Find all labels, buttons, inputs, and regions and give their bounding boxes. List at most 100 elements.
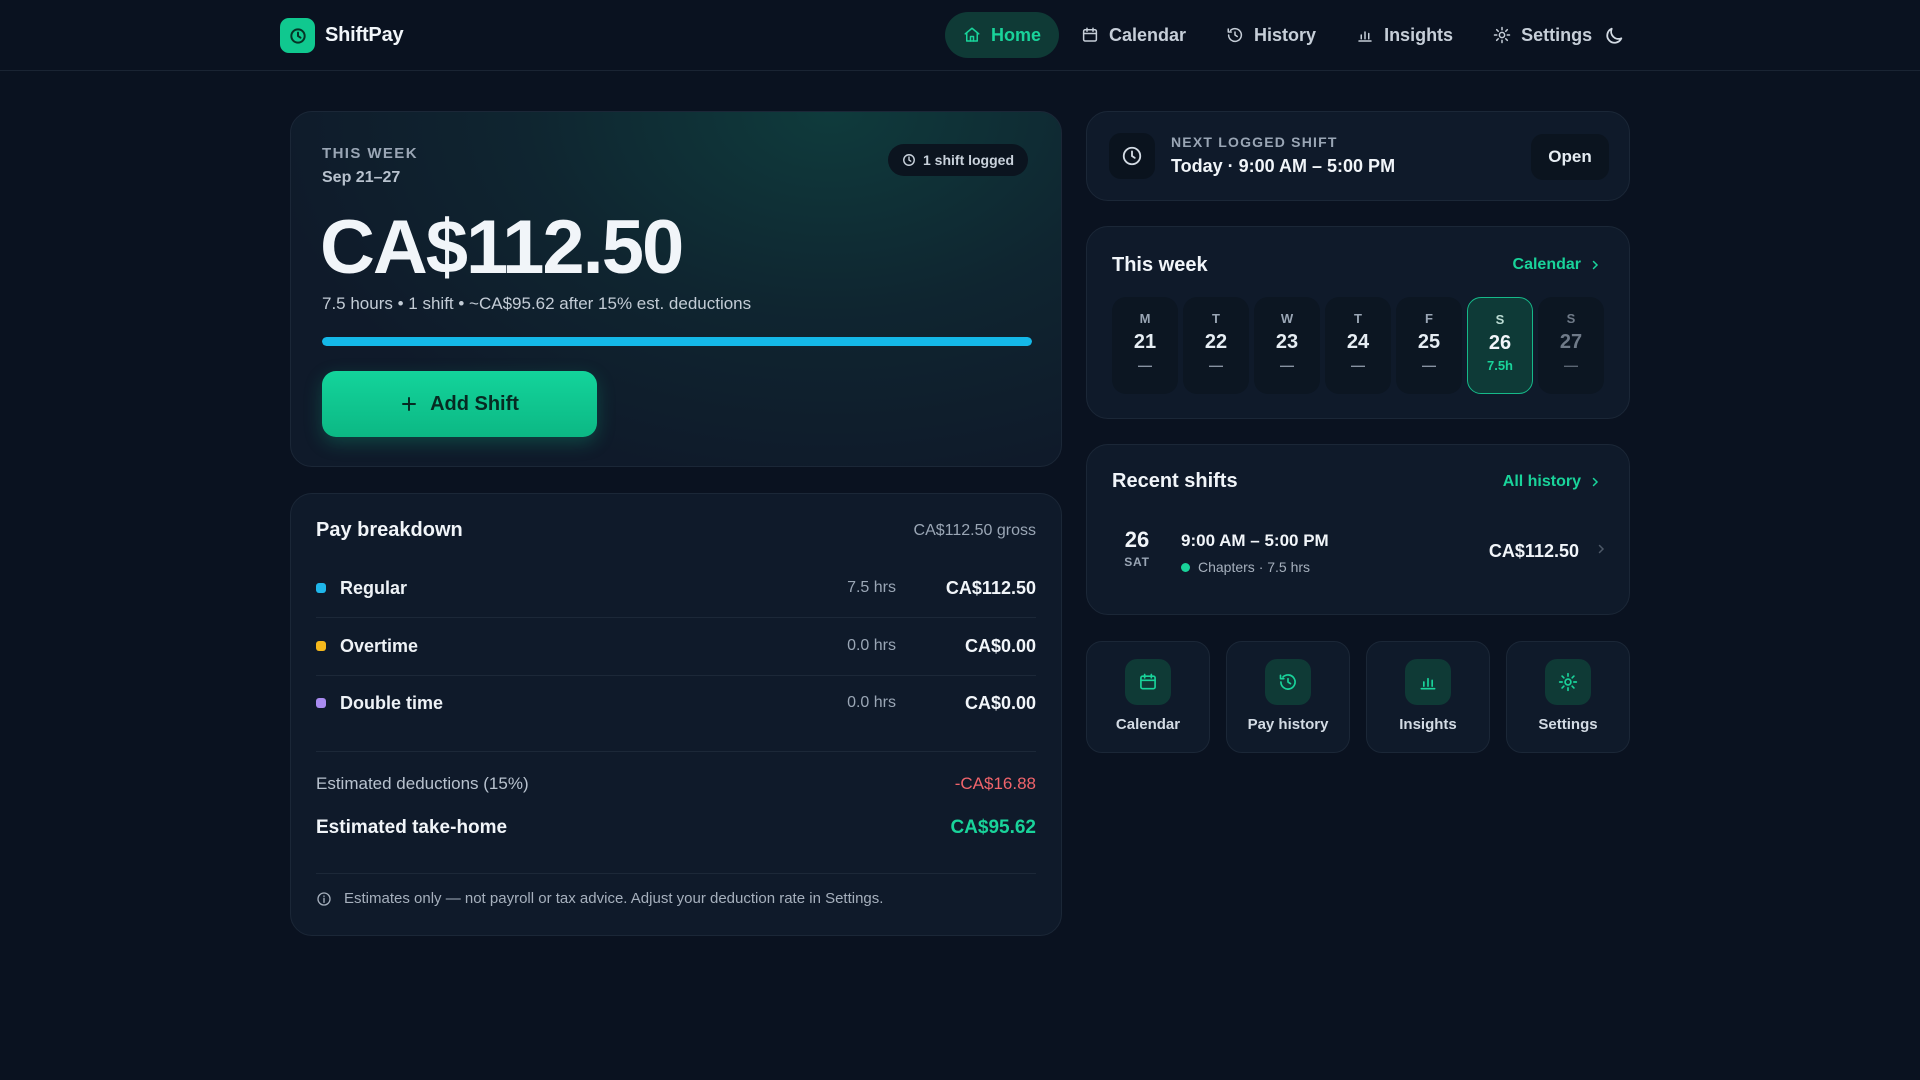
brand[interactable]: ShiftPay xyxy=(280,18,404,53)
week-range: Sep 21–27 xyxy=(322,169,401,186)
breakdown-row-double-time: Double time 0.0 hrs CA$0.00 xyxy=(316,674,1036,732)
bar-chart-icon xyxy=(1358,31,1372,42)
day-number: 25 xyxy=(1417,331,1441,353)
shift-meta: Chapters · 7.5 hrs xyxy=(1181,559,1310,575)
all-history-link[interactable]: All history xyxy=(1503,473,1601,491)
week-progress-fill xyxy=(322,337,1032,346)
quick-action-label: Insights xyxy=(1399,716,1457,733)
all-history-label: All history xyxy=(1502,473,1581,490)
disclaimer-text: Estimates only — not payroll or tax advi… xyxy=(344,890,884,907)
day-number: 26 xyxy=(1488,332,1512,354)
shift-date: 26 SAT xyxy=(1112,527,1162,569)
week-days: M 21 — T 22 — W 23 — T 24 — F 25 — S 26 … xyxy=(1112,297,1609,394)
history-icon xyxy=(1265,659,1311,705)
badge-text: 1 shift logged xyxy=(923,152,1014,168)
day-weekday: F xyxy=(1425,311,1433,326)
breakdown-row-hours: 0.0 hrs xyxy=(847,694,896,711)
day-weekday: W xyxy=(1280,311,1294,326)
info-icon xyxy=(317,891,331,906)
day-cell[interactable]: F 25 — xyxy=(1396,297,1462,394)
deductions-label: Estimated deductions (15%) xyxy=(316,774,529,793)
day-hours: — xyxy=(1209,357,1223,373)
day-weekday: T xyxy=(1354,311,1362,326)
day-hours: 7.5h xyxy=(1486,358,1513,373)
nav-home[interactable]: Home xyxy=(945,12,1060,58)
shift-day-of-week: SAT xyxy=(1124,555,1150,569)
gross-total: CA$112.50 gross xyxy=(913,522,1036,539)
chevron-right-icon xyxy=(1598,544,1605,554)
add-shift-button[interactable]: Add Shift xyxy=(322,371,597,437)
week-earnings-amount: CA$112.50 xyxy=(320,205,684,290)
theme-toggle-button[interactable] xyxy=(1600,22,1628,50)
day-number: 21 xyxy=(1133,331,1157,353)
breakdown-row-name: Double time xyxy=(340,692,444,713)
takehome-label: Estimated take-home xyxy=(316,817,508,838)
next-shift-card: NEXT LOGGED SHIFT Today · 9:00 AM – 5:00… xyxy=(1086,111,1630,201)
day-cell[interactable]: T 22 — xyxy=(1183,297,1249,394)
day-hours: — xyxy=(1351,357,1365,373)
breakdown-row-hours: 7.5 hrs xyxy=(847,579,896,596)
breakdown-row-name: Regular xyxy=(340,577,408,598)
day-weekday: S xyxy=(1566,311,1576,326)
nav-settings-label: Settings xyxy=(1521,24,1593,45)
gear-icon xyxy=(1545,659,1591,705)
quick-action-settings[interactable]: Settings xyxy=(1506,641,1630,753)
divider xyxy=(316,873,1036,874)
brand-name: ShiftPay xyxy=(325,24,404,46)
quick-action-calendar[interactable]: Calendar xyxy=(1086,641,1210,753)
chevron-right-icon xyxy=(1592,260,1599,270)
nav-history[interactable]: History xyxy=(1208,12,1334,58)
day-weekday: S xyxy=(1495,312,1505,327)
nav-settings[interactable]: Settings xyxy=(1475,12,1610,58)
this-week-summary-card: THIS WEEK Sep 21–27 1 shift logged CA$11… xyxy=(290,111,1062,467)
shifts-logged-badge: 1 shift logged xyxy=(888,144,1028,176)
history-icon xyxy=(1227,27,1243,43)
next-shift-time: Today · 9:00 AM – 5:00 PM xyxy=(1171,156,1396,176)
quick-action-insights[interactable]: Insights xyxy=(1366,641,1490,753)
open-shift-button[interactable]: Open xyxy=(1531,134,1609,180)
day-number: 24 xyxy=(1346,331,1370,353)
calendar-icon xyxy=(1082,27,1098,42)
nav-insights[interactable]: Insights xyxy=(1338,12,1471,58)
deductions-value: -CA$16.88 xyxy=(954,774,1036,793)
day-hours: — xyxy=(1280,357,1294,373)
home-icon xyxy=(964,27,980,42)
shift-meta-text: Chapters · 7.5 hrs xyxy=(1198,559,1311,575)
breakdown-row-regular: Regular 7.5 hrs CA$112.50 xyxy=(316,559,1036,617)
plus-icon xyxy=(402,397,417,411)
nav-insights-label: Insights xyxy=(1384,24,1454,45)
breakdown-row-name: Overtime xyxy=(340,635,419,656)
pay-breakdown-title: Pay breakdown xyxy=(316,519,463,541)
day-weekday: M xyxy=(1139,311,1151,326)
day-cell[interactable]: M 21 — xyxy=(1112,297,1178,394)
breakdown-row-hours: 0.0 hrs xyxy=(847,637,896,654)
calendar-icon xyxy=(1125,659,1171,705)
day-cell[interactable]: W 23 — xyxy=(1254,297,1320,394)
shift-amount: CA$112.50 xyxy=(1488,541,1579,561)
nav-home-label: Home xyxy=(991,24,1042,45)
day-number: 23 xyxy=(1275,331,1299,353)
nav-calendar-label: Calendar xyxy=(1109,24,1187,45)
day-cell-selected[interactable]: S 26 7.5h xyxy=(1467,297,1533,394)
this-week-title: This week xyxy=(1112,254,1208,276)
quick-action-label: Calendar xyxy=(1115,716,1181,733)
gear-icon xyxy=(1493,26,1511,44)
recent-shifts-card: Recent shifts All history 26 SAT 9:00 AM… xyxy=(1086,444,1630,615)
day-cell[interactable]: T 24 — xyxy=(1325,297,1391,394)
recent-shift-row[interactable]: 26 SAT 9:00 AM – 5:00 PM Chapters · 7.5 … xyxy=(1112,527,1607,587)
chevron-right-icon xyxy=(1592,477,1599,487)
disclaimer: Estimates only — not payroll or tax advi… xyxy=(316,890,883,907)
main-nav: Home Calendar History Insights Settings xyxy=(945,12,1614,58)
calendar-link-label: Calendar xyxy=(1512,256,1581,273)
this-week-calendar-card: This week Calendar M 21 — T 22 — W 23 — … xyxy=(1086,226,1630,419)
nav-calendar[interactable]: Calendar xyxy=(1063,12,1204,58)
quick-action-pay-history[interactable]: Pay history xyxy=(1226,641,1350,753)
day-hours: — xyxy=(1564,357,1578,373)
day-hours: — xyxy=(1422,357,1436,373)
calendar-link[interactable]: Calendar xyxy=(1513,256,1601,274)
clock-logo-icon xyxy=(280,18,315,53)
nav-history-label: History xyxy=(1254,24,1317,45)
regular-color-dot xyxy=(316,583,326,593)
day-cell-future[interactable]: S 27 — xyxy=(1538,297,1604,394)
day-number: 22 xyxy=(1204,331,1228,353)
